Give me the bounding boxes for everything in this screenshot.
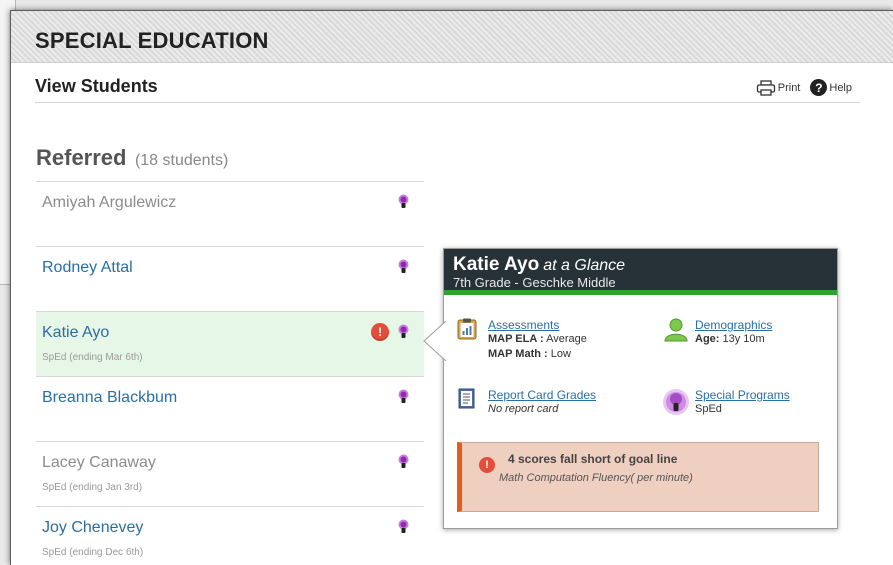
student-row[interactable]: Joy Chenevey SpEd (ending Dec 6th) — [36, 506, 424, 565]
age-label: Age: — [695, 333, 720, 345]
app-title-bar: SPECIAL EDUCATION — [11, 11, 893, 63]
student-name[interactable]: Breanna Blackbum — [42, 389, 177, 407]
goal-warning-detail-text: Math Computation Fluency( per minute) — [499, 472, 693, 484]
header-actions: Print ? Help — [756, 79, 852, 96]
student-list: Amiyah Argulewicz Rodney Attal Katie Ayo… — [36, 181, 424, 565]
student-row[interactable]: Lacey Canaway SpEd (ending Jan 3rd) — [36, 441, 424, 506]
popover-arrow — [423, 321, 446, 361]
student-name[interactable]: Katie Ayo — [42, 324, 109, 342]
assessments-section: Assessments MAP ELA : Average MAP Math :… — [457, 318, 647, 362]
report-card-value: No report card — [488, 403, 559, 415]
age-value: 13y 10m — [722, 333, 765, 345]
goal-warning-detail: Math Computation Fluency( per minute) — [499, 470, 719, 486]
lightbulb-icon[interactable] — [397, 194, 410, 210]
alert-icon: ! — [479, 457, 495, 473]
demographics-section: Demographics Age: 13y 10m — [664, 318, 834, 347]
help-button[interactable]: ? Help — [810, 79, 852, 96]
print-label: Print — [777, 81, 801, 94]
referred-count: (18 students) — [134, 152, 229, 169]
help-icon: ? — [810, 79, 828, 96]
report-card-icon — [458, 388, 475, 409]
lightbulb-icon[interactable] — [397, 324, 410, 340]
print-button[interactable]: Print — [756, 79, 801, 96]
map-math-value: Low — [550, 348, 571, 360]
help-label: Help — [829, 81, 852, 94]
student-name[interactable]: Rodney Attal — [42, 259, 133, 277]
student-row[interactable]: Amiyah Argulewicz — [36, 181, 424, 246]
student-program-status: SpEd (ending Dec 6th) — [42, 547, 144, 558]
referred-heading: Referred (18 students) — [36, 145, 228, 171]
special-education-window: SPECIAL EDUCATION View Students Print ? … — [10, 10, 893, 565]
report-card-link[interactable]: Report Card Grades — [488, 388, 647, 402]
app-section-title: SPECIAL EDUCATION — [35, 28, 269, 53]
student-program-status: SpEd (ending Mar 6th) — [42, 352, 143, 363]
special-programs-icon — [663, 389, 689, 415]
student-name[interactable]: Amiyah Argulewicz — [42, 194, 176, 212]
view-header: View Students Print ? Help — [35, 73, 860, 103]
map-math-label: MAP Math : — [488, 348, 548, 360]
goal-warning-box[interactable]: ! 4 scores fall short of goal line Math … — [457, 442, 819, 512]
referred-title: Referred — [36, 145, 127, 170]
person-icon — [664, 318, 688, 342]
alert-icon[interactable]: ! — [371, 323, 389, 341]
student-name[interactable]: Joy Chenevey — [42, 519, 143, 537]
student-row[interactable]: Breanna Blackbum — [36, 376, 424, 441]
demographics-link[interactable]: Demographics — [695, 318, 834, 332]
student-program-status: SpEd (ending Jan 3rd) — [42, 482, 143, 493]
lightbulb-icon[interactable] — [397, 454, 410, 470]
map-ela-label: MAP ELA : — [488, 333, 544, 345]
special-programs-section: Special Programs SpEd — [662, 388, 834, 417]
map-ela-value: Average — [546, 333, 587, 345]
lightbulb-icon[interactable] — [397, 389, 410, 405]
printer-icon — [756, 79, 775, 96]
glance-student-name: Katie Ayo — [453, 254, 540, 275]
lightbulb-icon[interactable] — [397, 519, 410, 535]
student-glance-popover: Katie Ayo at a Glance 7th Grade - Geschke… — [423, 248, 838, 529]
report-card-section: Report Card Grades No report card — [457, 388, 647, 417]
special-programs-value: SpEd — [695, 403, 722, 415]
glance-grade-school: 7th Grade - Geschke Middle — [453, 275, 616, 290]
goal-warning-title: 4 scores fall short of goal line — [508, 452, 678, 466]
student-row[interactable]: Rodney Attal — [36, 246, 424, 311]
lightbulb-icon[interactable] — [397, 259, 410, 275]
glance-suffix: at a Glance — [543, 257, 626, 274]
age-line: Age: 13y 10m — [695, 332, 834, 347]
page-title: View Students — [35, 76, 158, 96]
glance-header: Katie Ayo at a Glance 7th Grade - Geschke… — [444, 249, 837, 295]
student-row-selected[interactable]: Katie Ayo SpEd (ending Mar 6th) ! — [36, 311, 424, 376]
special-programs-link[interactable]: Special Programs — [695, 388, 834, 402]
map-math-line: MAP Math : Low — [488, 347, 647, 362]
map-ela-line: MAP ELA : Average — [488, 332, 647, 347]
student-name[interactable]: Lacey Canaway — [42, 454, 156, 472]
clipboard-chart-icon — [457, 318, 477, 340]
assessments-link[interactable]: Assessments — [488, 318, 647, 332]
